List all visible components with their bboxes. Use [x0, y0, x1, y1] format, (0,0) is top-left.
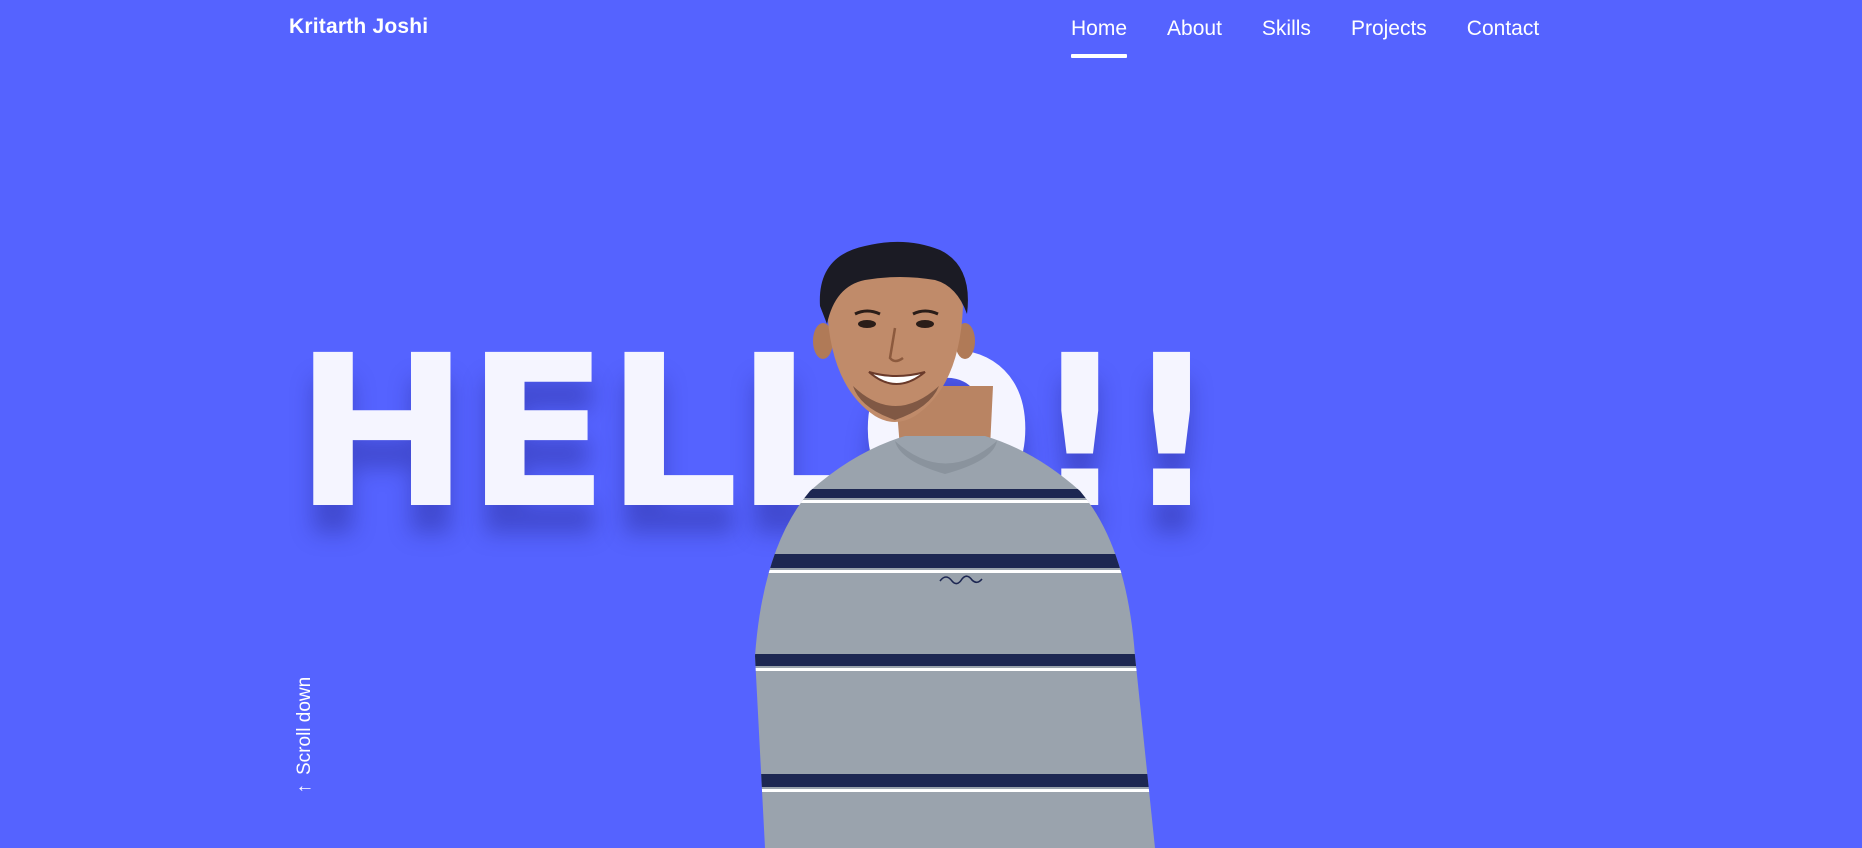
portrait-image	[755, 241, 1155, 848]
nav-item-about[interactable]: About	[1167, 15, 1222, 43]
nav-item-contact[interactable]: Contact	[1467, 15, 1539, 43]
nav-item-skills[interactable]: Skills	[1262, 15, 1311, 43]
nav-item-home[interactable]: Home	[1071, 15, 1128, 58]
scroll-down-link[interactable]: → Scroll down	[294, 676, 316, 802]
portfolio-page: Kritarth Joshi Home About Skills Project…	[0, 0, 1862, 848]
nav-item-projects[interactable]: Projects	[1351, 15, 1427, 43]
main-nav: Home About Skills Projects Contact	[1071, 15, 1539, 58]
site-header: Kritarth Joshi Home About Skills Project…	[0, 0, 1862, 62]
arrow-down-icon: →	[295, 780, 315, 802]
scroll-down-label: Scroll down	[294, 676, 315, 775]
brand-logo-link[interactable]: Kritarth Joshi	[289, 15, 428, 39]
